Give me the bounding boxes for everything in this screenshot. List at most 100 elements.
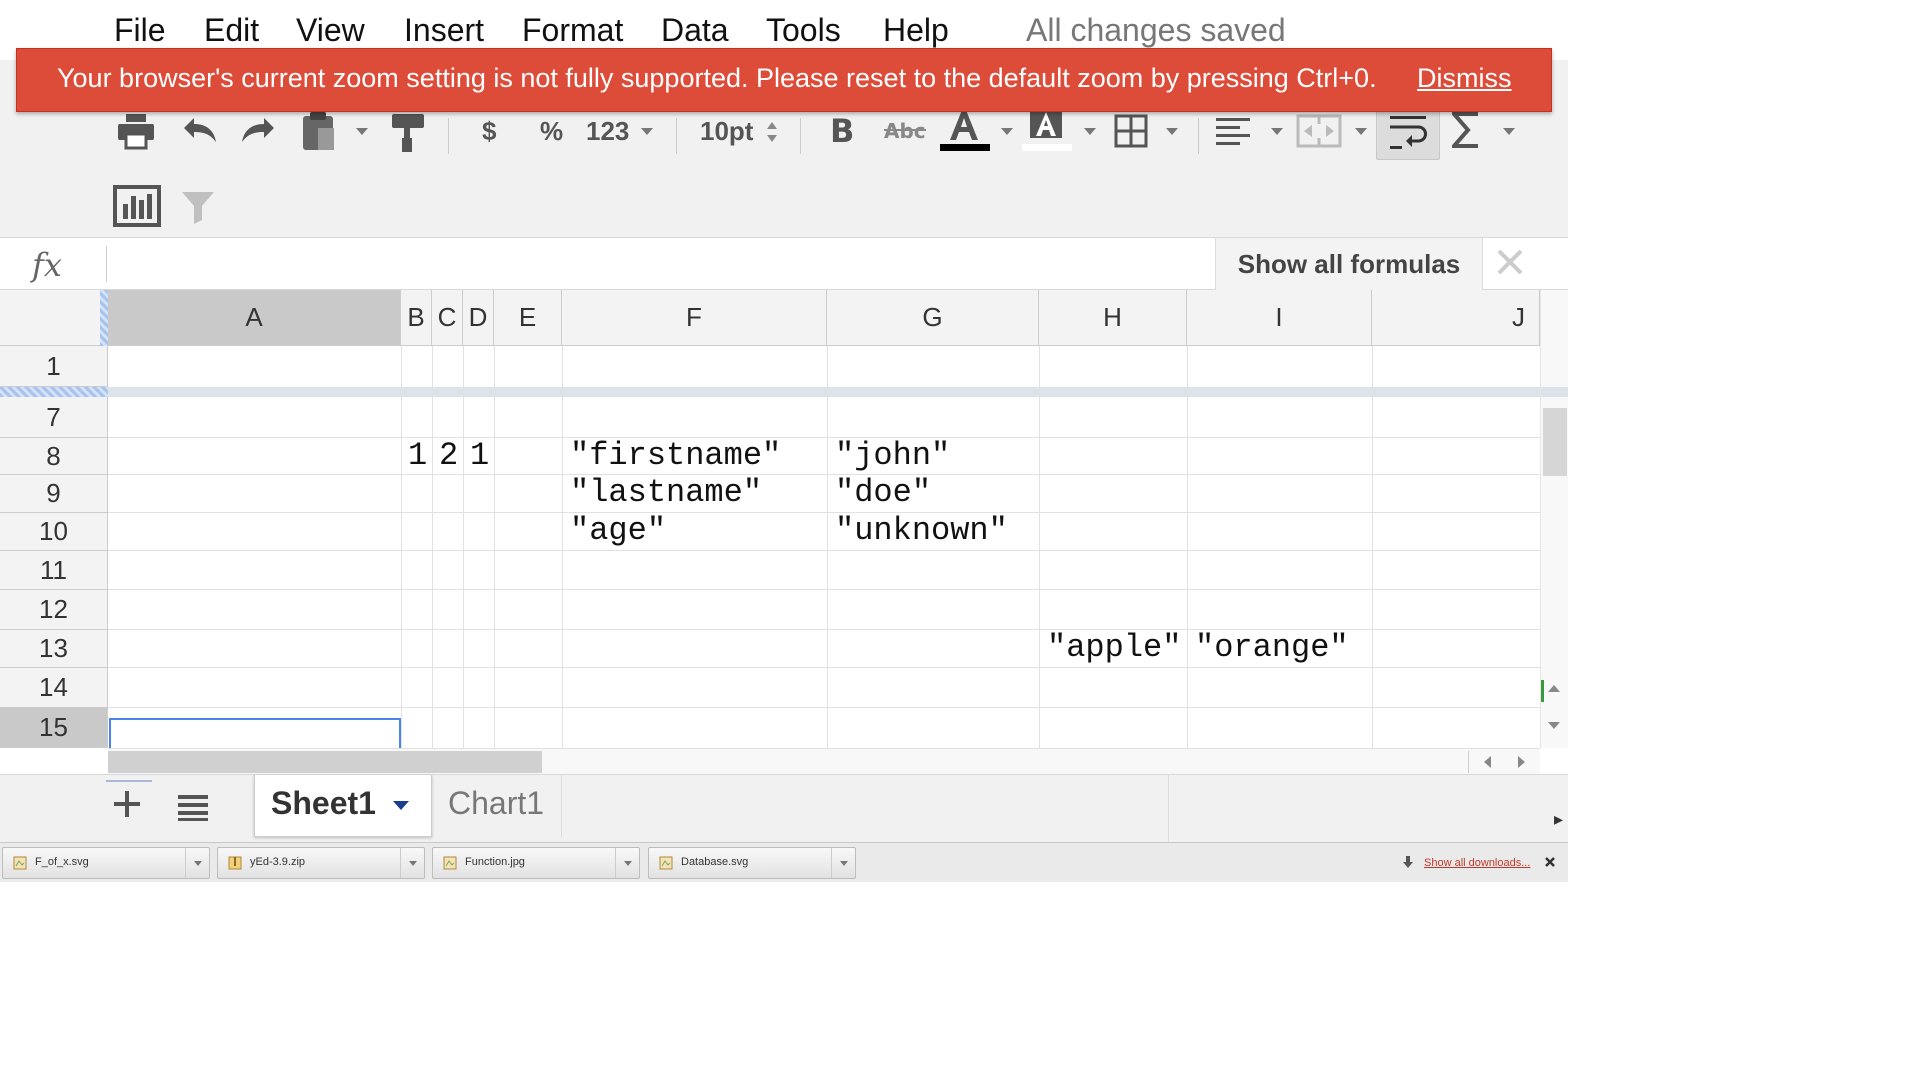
cell-f8[interactable]: "firstname" — [570, 440, 781, 472]
formula-input[interactable] — [106, 246, 1206, 282]
row-header-9[interactable]: 9 — [0, 475, 108, 513]
insert-chart-icon[interactable] — [112, 184, 162, 228]
text-color-dropdown-icon[interactable] — [1001, 128, 1013, 135]
functions-dropdown-icon[interactable] — [1503, 128, 1515, 135]
selected-cell-a15[interactable] — [109, 718, 401, 748]
cell-h13[interactable]: "apple" — [1047, 632, 1181, 664]
chevron-down-icon[interactable] — [185, 848, 209, 878]
scroll-left-icon[interactable] — [1468, 751, 1504, 773]
cell-d8[interactable]: 1 — [470, 440, 489, 472]
column-header-b[interactable]: B — [401, 290, 432, 346]
print-icon[interactable] — [116, 112, 156, 150]
functions-icon[interactable] — [1452, 112, 1482, 148]
sheet-list-icon[interactable] — [176, 791, 210, 826]
download-item[interactable]: Function.jpg — [432, 847, 640, 879]
menu-view[interactable]: View — [296, 12, 365, 49]
borders-dropdown-icon[interactable] — [1166, 128, 1178, 135]
cell-g9[interactable]: "doe" — [835, 477, 931, 509]
column-header-d[interactable]: D — [463, 290, 494, 346]
tab-chart1[interactable]: Chart1 — [432, 775, 562, 837]
cell-g8[interactable]: "john" — [835, 440, 950, 472]
cell-g10[interactable]: "unknown" — [835, 515, 1008, 547]
tab-sheet1[interactable]: Sheet1 — [254, 775, 432, 837]
horizontal-scrollbar-thumb[interactable] — [108, 751, 542, 773]
vertical-scrollbar-thumb[interactable] — [1543, 408, 1567, 476]
download-item[interactable]: yEd-3.9.zip — [217, 847, 425, 879]
filter-icon[interactable] — [180, 190, 216, 224]
column-freeze-handle[interactable] — [100, 290, 108, 346]
column-header-c[interactable]: C — [432, 290, 463, 346]
close-icon[interactable] — [1496, 248, 1524, 281]
strikethrough-icon[interactable]: Abc — [884, 116, 926, 144]
column-header-e[interactable]: E — [494, 290, 562, 346]
column-header-h[interactable]: H — [1039, 290, 1187, 346]
chevron-down-icon[interactable] — [615, 848, 639, 878]
add-sheet-icon[interactable] — [110, 787, 144, 826]
column-header-j[interactable]: J — [1372, 290, 1540, 346]
menu-insert[interactable]: Insert — [404, 12, 484, 49]
bold-icon[interactable]: B — [828, 114, 858, 146]
vertical-scrollbar[interactable] — [1540, 290, 1568, 748]
column-header-a[interactable]: A — [108, 290, 401, 346]
cell-c8[interactable]: 2 — [439, 440, 458, 472]
text-color-icon[interactable] — [946, 108, 982, 142]
column-header-i[interactable]: I — [1187, 290, 1372, 346]
row-header-10[interactable]: 10 — [0, 513, 108, 551]
dismiss-button[interactable]: Dismiss — [1417, 63, 1512, 94]
row-freeze-handle[interactable] — [0, 387, 108, 397]
show-all-downloads-link[interactable]: Show all downloads... — [1424, 857, 1530, 869]
paste-dropdown-icon[interactable] — [356, 128, 368, 135]
menu-data[interactable]: Data — [661, 12, 729, 49]
currency-format-button[interactable]: $ — [482, 116, 496, 147]
undo-icon[interactable] — [178, 114, 218, 146]
menu-tools[interactable]: Tools — [766, 12, 841, 49]
highlight-color-dropdown-icon[interactable] — [1084, 128, 1096, 135]
download-item[interactable]: F_of_x.svg — [2, 847, 210, 879]
cell-b8[interactable]: 1 — [408, 440, 427, 472]
row-header-8[interactable]: 8 — [0, 438, 108, 475]
row-header-1[interactable]: 1 — [0, 346, 108, 387]
merge-cells-icon[interactable] — [1296, 114, 1342, 148]
menu-file[interactable]: File — [114, 12, 166, 49]
font-size-stepper-icon[interactable] — [766, 118, 778, 146]
row-header-11[interactable]: 11 — [0, 551, 108, 590]
scroll-down-icon[interactable] — [1547, 718, 1561, 736]
close-icon[interactable] — [1544, 855, 1556, 873]
chevron-down-icon[interactable] — [393, 801, 409, 810]
cell-f10[interactable]: "age" — [570, 515, 666, 547]
number-format-button[interactable]: 123 — [586, 116, 629, 147]
percent-format-button[interactable]: % — [540, 116, 563, 147]
horizontal-scrollbar[interactable] — [108, 748, 1540, 774]
menu-format[interactable]: Format — [522, 12, 623, 49]
paint-format-icon[interactable] — [388, 110, 428, 154]
column-header-g[interactable]: G — [827, 290, 1039, 346]
highlight-color-icon[interactable] — [1028, 108, 1064, 140]
align-left-icon[interactable] — [1214, 116, 1252, 146]
row-header-12[interactable]: 12 — [0, 590, 108, 630]
download-item[interactable]: Database.svg — [648, 847, 856, 879]
number-format-dropdown-icon[interactable] — [641, 128, 653, 135]
font-size-field[interactable]: 10pt — [700, 116, 753, 147]
paste-icon[interactable] — [300, 110, 336, 152]
cell-f9[interactable]: "lastname" — [570, 477, 762, 509]
scroll-up-icon[interactable] — [1547, 680, 1561, 698]
cell-i13[interactable]: "orange" — [1195, 632, 1349, 664]
chevron-down-icon[interactable] — [400, 848, 424, 878]
row-header-14[interactable]: 14 — [0, 668, 108, 708]
row-header-15[interactable]: 15 — [0, 708, 108, 748]
menu-help[interactable]: Help — [883, 12, 949, 49]
align-dropdown-icon[interactable] — [1271, 128, 1283, 135]
borders-icon[interactable] — [1114, 114, 1148, 148]
redo-icon[interactable] — [240, 114, 280, 146]
show-all-formulas-button[interactable]: Show all formulas — [1215, 238, 1483, 290]
column-header-f[interactable]: F — [562, 290, 827, 346]
scroll-right-icon[interactable] — [1504, 751, 1540, 773]
merge-dropdown-icon[interactable] — [1355, 128, 1367, 135]
row-header-7[interactable]: 7 — [0, 397, 108, 438]
grid-corner[interactable] — [0, 290, 108, 346]
wrap-text-icon[interactable] — [1376, 104, 1440, 160]
frozen-rows-divider[interactable] — [0, 387, 1540, 397]
menu-edit[interactable]: Edit — [204, 12, 259, 49]
chevron-down-icon[interactable] — [831, 848, 855, 878]
row-header-13[interactable]: 13 — [0, 630, 108, 668]
